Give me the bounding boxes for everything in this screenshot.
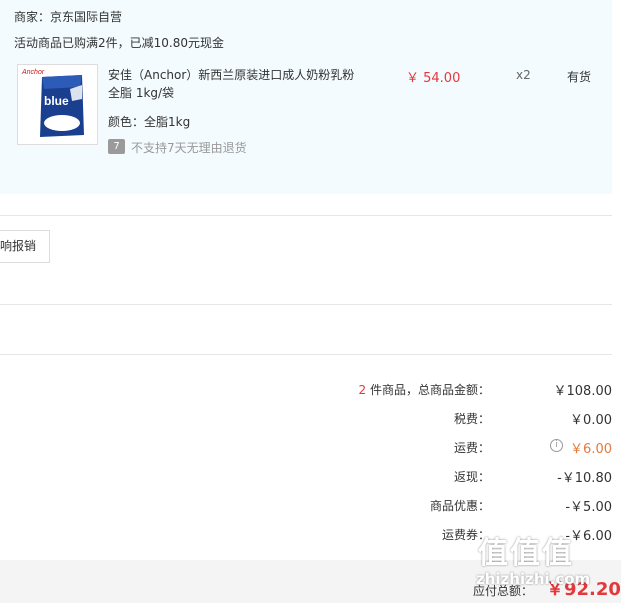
tax-label: 税费： xyxy=(453,412,490,426)
goods-amount: ￥108.00 xyxy=(553,384,613,399)
product-title-line1[interactable]: 安佳（Anchor）新西兰原装进口成人奶粉乳粉 xyxy=(108,66,354,83)
watermark-logo: 值值值 xyxy=(478,536,574,571)
shipping-amount: ￥6.00 xyxy=(570,442,612,457)
milk-powder-bag-image: Anchor blue xyxy=(18,65,97,144)
goods-count-suffix: 件商品，总商品金额： xyxy=(366,383,490,397)
promo-text: 活动商品已购满2件，已减10.80元现金 xyxy=(14,36,224,50)
goods-count-label: 2 件商品，总商品金额： xyxy=(359,381,490,398)
product-spec: 颜色：全脂1kg xyxy=(108,115,191,129)
product-thumbnail[interactable]: Anchor blue xyxy=(17,64,98,145)
shipping-label: 运费： xyxy=(453,441,490,455)
section-divider xyxy=(0,304,612,305)
cashback-label: 返现： xyxy=(453,470,490,484)
cashback-amount: -￥10.80 xyxy=(557,471,612,486)
product-title-line2[interactable]: 全脂 1kg/袋 xyxy=(108,84,174,101)
unit-price: ￥ 54.00 xyxy=(406,71,461,86)
quantity: x2 xyxy=(516,68,531,82)
no-return-icon: 7 xyxy=(108,139,125,154)
return-policy-note: 不支持7天无理由退货 xyxy=(131,141,247,155)
pack-logo-text: blue xyxy=(44,94,69,108)
discount-label: 商品优惠： xyxy=(429,499,490,513)
discount-amount: -￥5.00 xyxy=(565,500,612,515)
tax-amount: ￥0.00 xyxy=(570,413,612,428)
merchant-label: 商家：京东国际自营 xyxy=(14,10,123,24)
info-icon[interactable]: i xyxy=(550,439,563,452)
section-divider xyxy=(0,354,612,355)
section-divider xyxy=(0,215,612,216)
stock-status: 有货 xyxy=(567,70,592,84)
invoice-button[interactable]: 响报销 xyxy=(0,230,50,263)
watermark-url: zhizhizhi.com xyxy=(476,570,591,588)
brand-logo-text: Anchor xyxy=(21,69,45,76)
